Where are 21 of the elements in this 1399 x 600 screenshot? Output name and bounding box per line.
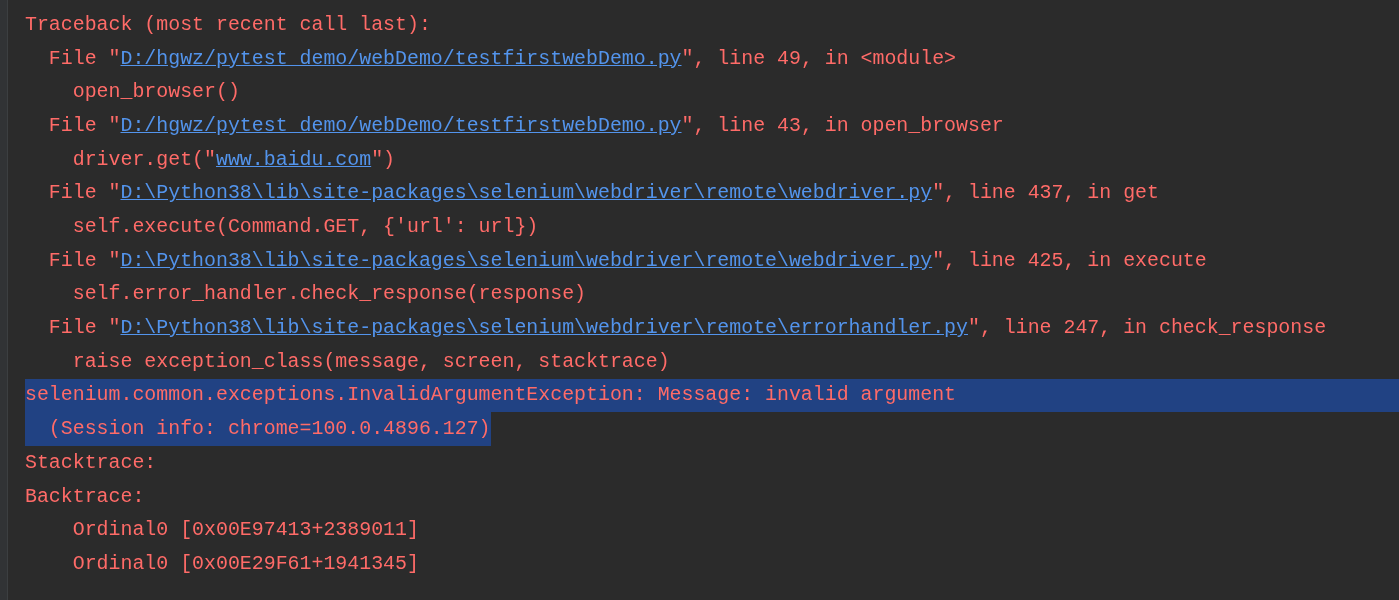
file-link[interactable]: D:\Python38\lib\site-packages\selenium\webdriver\remote\webdriver.py <box>120 245 933 276</box>
file-link[interactable]: D:/hgwz/pytest_demo/webDemo/testfirstwebDemo.py <box>120 110 682 141</box>
console-line: Ordinal0 [0x00E29F61+1941345] <box>71 550 419 577</box>
console-line: self.error_handler.check_response(response) <box>71 281 586 308</box>
console-line: raise exception_class(message, screen, stacktrace) <box>71 348 670 375</box>
console-line: Traceback (most recent call last): <box>25 11 431 38</box>
console-line: File "D:/hgwz/pytest_demo/webDemo/testfirstwebDemo.py", line 49, in <module> <box>25 41 957 76</box>
file-link[interactable]: D:\Python38\lib\site-packages\selenium\webdriver\remote\webdriver.py <box>120 178 933 209</box>
console-line: driver.get("www.baidu.com") <box>25 142 396 177</box>
console-line: open_browser() <box>71 79 240 106</box>
console-line: File "D:/hgwz/pytest_demo/webDemo/testfirstwebDemo.py", line 43, in open_browser <box>25 109 1004 143</box>
console-line: File "D:\Python38\lib\site-packages\selenium\webdriver\remote\webdriver.py", line 425, in execute <box>25 243 1207 278</box>
file-link[interactable]: D:/hgwz/pytest_demo/webDemo/testfirstwebDemo.py <box>120 43 682 74</box>
console-line: Backtrace: <box>25 483 145 510</box>
console-line: File "D:\Python38\lib\site-packages\selenium\webdriver\remote\webdriver.py", line 437, in get <box>25 176 1159 211</box>
console-line: Stacktrace: <box>25 449 157 476</box>
file-link[interactable]: www.baidu.com <box>216 144 372 175</box>
file-link[interactable]: D:\Python38\lib\site-packages\selenium\webdriver\remote\errorhandler.py <box>120 313 968 343</box>
console-line: self.execute(Command.GET, {'url': url}) <box>71 214 539 241</box>
console-line: Ordinal0 [0x00E97413+2389011] <box>71 517 419 544</box>
console-line: File "D:\Python38\lib\site-packages\selenium\webdriver\remote\errorhandler.py", line 247, in check_response <box>25 311 1327 345</box>
